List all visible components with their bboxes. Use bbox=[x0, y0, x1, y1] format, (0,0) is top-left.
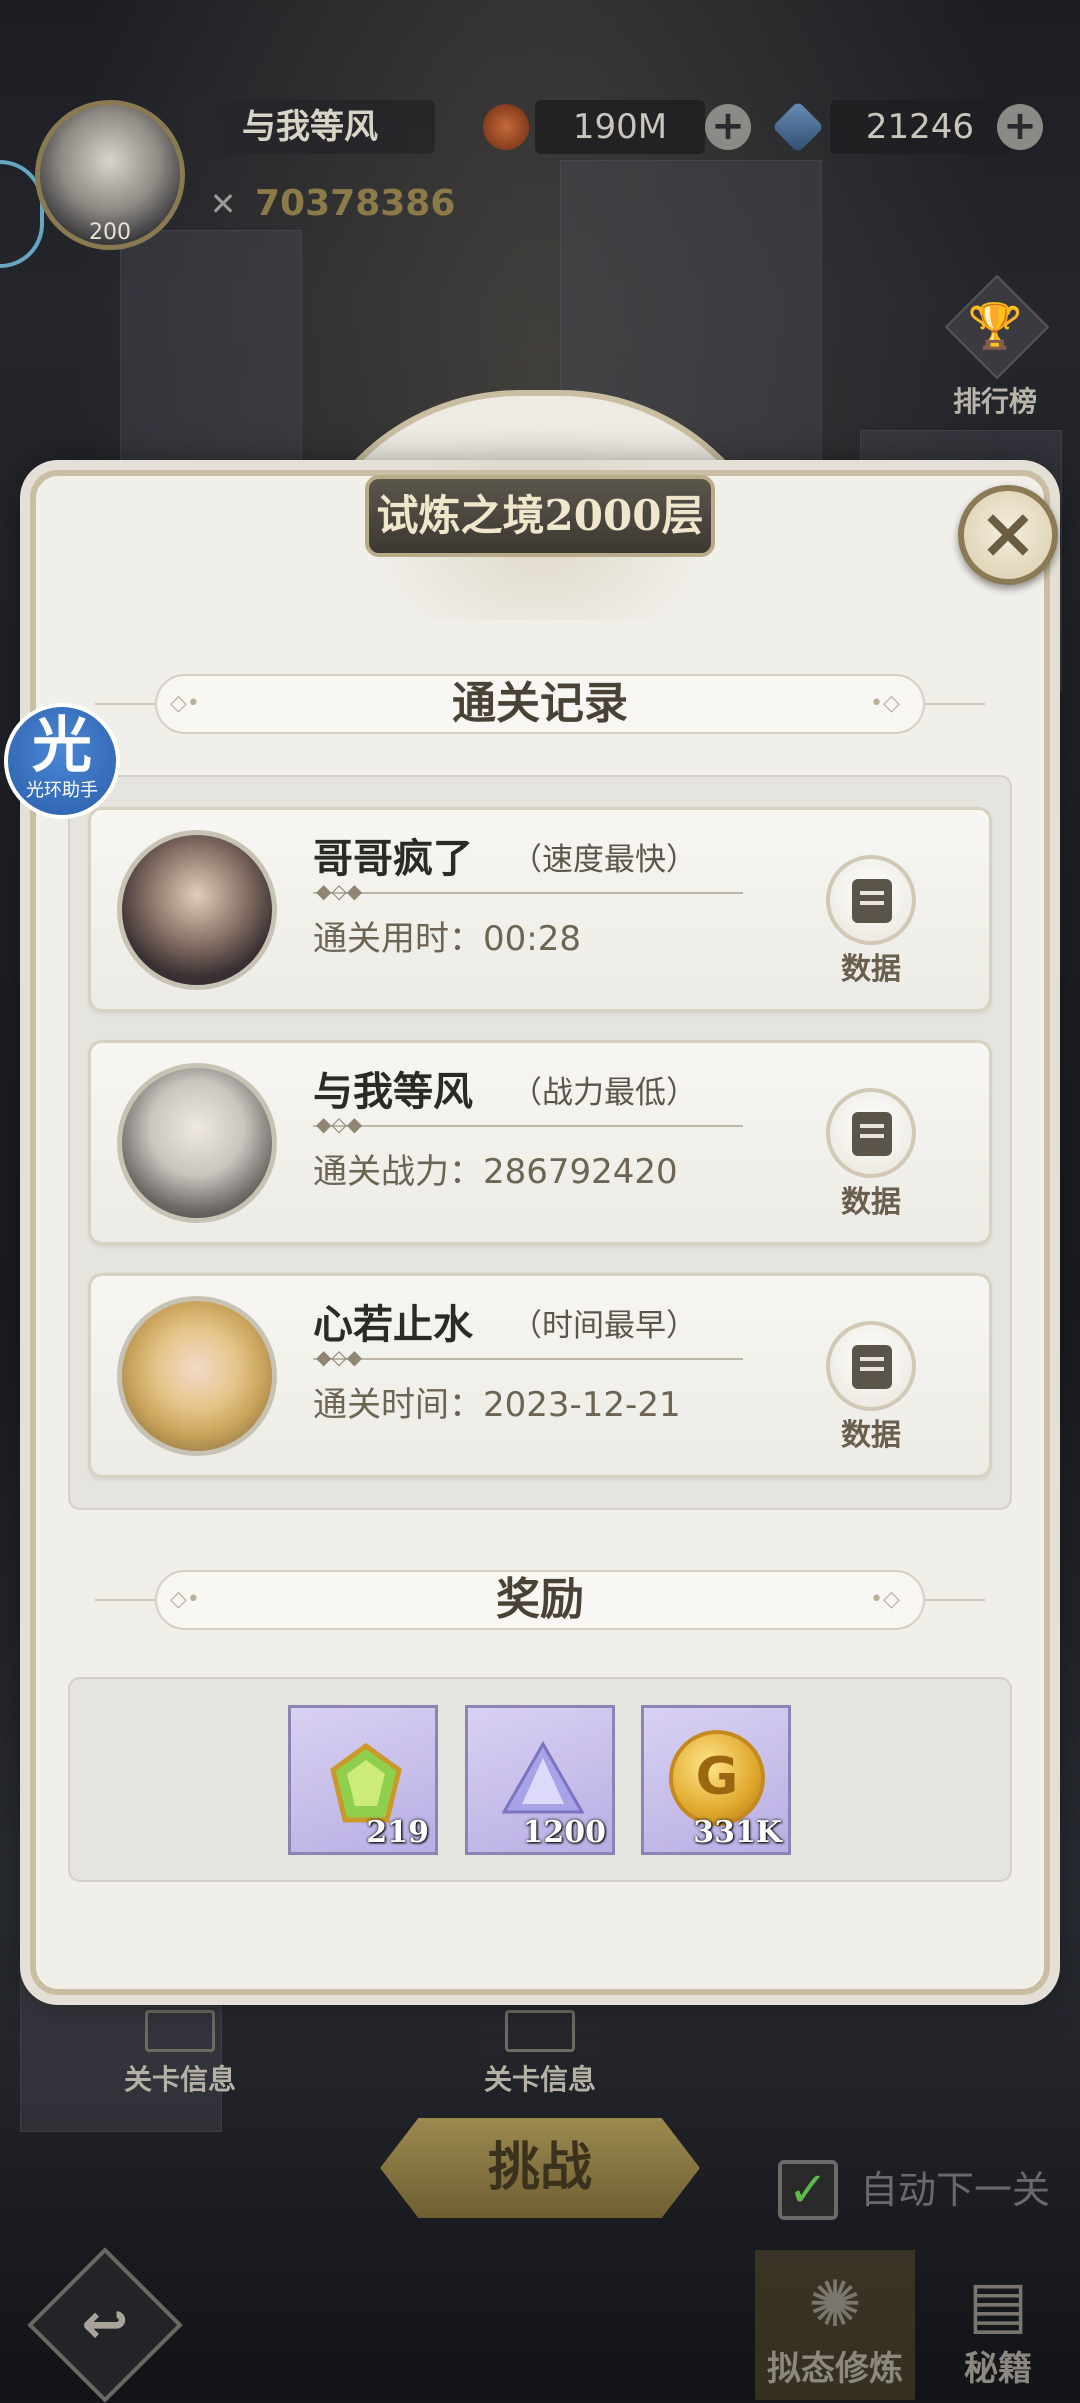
stage-info-button-left[interactable]: 关卡信息 bbox=[90, 2010, 270, 2098]
record-stat: 通关战力：286792420 bbox=[313, 1152, 678, 1192]
banner-ornament: •◇ bbox=[870, 691, 900, 716]
reward-item-green-gem[interactable]: 219 bbox=[288, 1705, 438, 1855]
record-card: 心若止水 （时间最早） ◆◇◆ 通关时间：2023-12-21 数据 bbox=[88, 1273, 992, 1478]
crossed-swords-icon: ✕ bbox=[209, 185, 237, 223]
records-header: 通关记录 bbox=[155, 674, 925, 734]
book-icon: ▤ bbox=[967, 2268, 1029, 2342]
record-tag: （速度最快） bbox=[511, 842, 697, 878]
record-stat: 通关用时：00:28 bbox=[313, 919, 581, 959]
rewards-header: 奖励 bbox=[155, 1570, 925, 1630]
auto-next-label: 自动下一关 bbox=[860, 2168, 1051, 2212]
stage-info-label: 关卡信息 bbox=[123, 2063, 236, 2096]
data-button-label: 数据 bbox=[841, 1185, 901, 1220]
record-divider bbox=[313, 1358, 743, 1360]
banner-ornament: ◇• bbox=[170, 691, 200, 716]
data-button[interactable] bbox=[826, 855, 916, 945]
record-player-name: 心若止水 bbox=[313, 1301, 473, 1348]
auto-next-checkbox[interactable]: ✓ bbox=[778, 2160, 838, 2220]
record-divider bbox=[313, 892, 743, 894]
crab-emblem-icon: ✺ bbox=[808, 2268, 862, 2342]
trophy-icon: 🏆 bbox=[967, 301, 1023, 352]
note-icon bbox=[852, 879, 892, 923]
tab-cultivate[interactable]: ✺ 拟态修炼 bbox=[755, 2250, 915, 2400]
record-stat: 通关时间：2023-12-21 bbox=[313, 1385, 681, 1425]
gold-icon bbox=[483, 104, 529, 150]
book-icon bbox=[145, 2010, 215, 2052]
stage-info-button-right[interactable]: 关卡信息 bbox=[450, 2010, 630, 2098]
divider-ornament: ◆◇◆ bbox=[316, 1112, 363, 1136]
reward-quantity: 1200 bbox=[522, 1815, 607, 1850]
record-tag: （战力最低） bbox=[511, 1075, 697, 1111]
gold-coin-icon: G bbox=[669, 1730, 765, 1826]
book-icon bbox=[505, 2010, 575, 2052]
note-icon bbox=[852, 1112, 892, 1156]
record-avatar[interactable] bbox=[117, 1296, 277, 1456]
tab-secret-label: 秘籍 bbox=[964, 2349, 1032, 2389]
record-avatar[interactable] bbox=[117, 830, 277, 990]
divider-ornament: ◆◇◆ bbox=[316, 879, 363, 903]
gem-amount: 21246 bbox=[830, 100, 1010, 154]
ranking-label: 排行榜 bbox=[952, 385, 1037, 418]
divider-ornament: ◆◇◆ bbox=[316, 1345, 363, 1369]
add-gems-button[interactable]: + bbox=[997, 104, 1043, 150]
tab-secret[interactable]: ▤ 秘籍 bbox=[918, 2250, 1078, 2400]
note-icon bbox=[852, 1345, 892, 1389]
data-button[interactable] bbox=[826, 1088, 916, 1178]
record-card: 哥哥疯了 （速度最快） ◆◇◆ 通关用时：00:28 数据 bbox=[88, 807, 992, 1012]
assistant-logo-glyph: 光 bbox=[32, 711, 92, 781]
reward-item-gold-coin[interactable]: G 331K bbox=[641, 1705, 791, 1855]
gold-amount: 190M bbox=[535, 100, 705, 154]
data-button[interactable] bbox=[826, 1321, 916, 1411]
player-level: 200 bbox=[89, 220, 131, 245]
record-avatar[interactable] bbox=[117, 1063, 277, 1223]
record-player-name: 与我等风 bbox=[313, 1068, 473, 1115]
record-tag: （时间最早） bbox=[511, 1308, 697, 1344]
close-button[interactable]: × bbox=[958, 485, 1058, 585]
reward-quantity: 219 bbox=[366, 1815, 429, 1850]
challenge-button[interactable]: 挑战 bbox=[380, 2118, 700, 2218]
assistant-label: 光环助手 bbox=[26, 780, 98, 801]
banner-ornament: ◇• bbox=[170, 1587, 200, 1612]
record-divider bbox=[313, 1125, 743, 1127]
ranking-button[interactable]: 🏆 排行榜 bbox=[935, 274, 1055, 420]
reward-quantity: 331K bbox=[693, 1815, 782, 1850]
panel-title: 试炼之境2000层 bbox=[365, 475, 715, 557]
add-gold-button[interactable]: + bbox=[705, 104, 751, 150]
back-arrow-icon: ↩ bbox=[81, 2292, 129, 2357]
tab-cultivate-label: 拟态修炼 bbox=[767, 2349, 903, 2389]
reward-item-crystal-ore[interactable]: 1200 bbox=[465, 1705, 615, 1855]
player-name: 与我等风 bbox=[185, 100, 435, 154]
record-player-name: 哥哥疯了 bbox=[313, 835, 473, 882]
record-card: 与我等风 （战力最低） ◆◇◆ 通关战力：286792420 数据 bbox=[88, 1040, 992, 1245]
combat-power: 70378386 bbox=[255, 183, 456, 224]
data-button-label: 数据 bbox=[841, 1418, 901, 1453]
data-button-label: 数据 bbox=[841, 952, 901, 987]
assistant-floating-button[interactable]: 光 光环助手 bbox=[4, 703, 120, 819]
banner-ornament: •◇ bbox=[870, 1587, 900, 1612]
stage-info-label: 关卡信息 bbox=[483, 2063, 596, 2096]
